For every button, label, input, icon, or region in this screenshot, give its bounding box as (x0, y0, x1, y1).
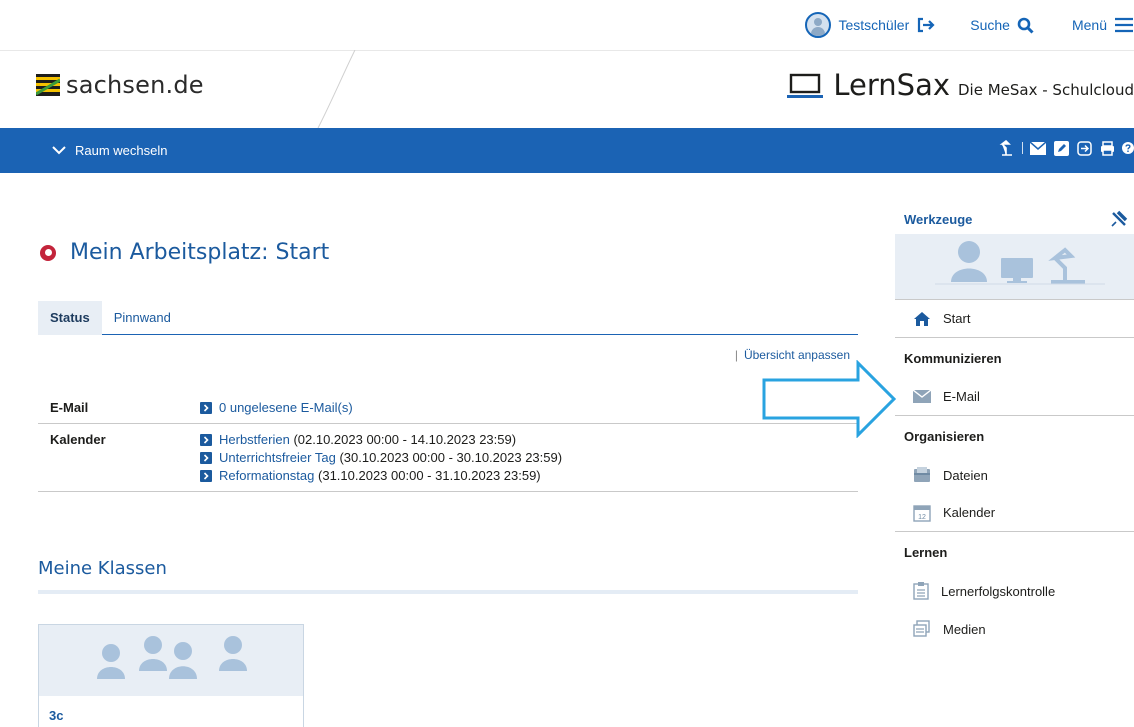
saxony-coat-of-arms-icon (36, 74, 60, 96)
navbar-toolbar (999, 140, 1134, 156)
list-item: Unterrichtsfreier Tag (30.10.2023 00:00 … (200, 450, 562, 465)
group-people-icon (97, 636, 247, 679)
sachsen-logo-link[interactable]: sachsen.de (36, 71, 204, 99)
logout-icon[interactable] (916, 17, 936, 33)
brand-header: sachsen.de LernSax Die MeSax - Schulclou… (0, 50, 1134, 128)
user-avatar-icon (805, 12, 832, 38)
list-item: 0 ungelesene E-Mail(s) (200, 400, 353, 415)
class-card[interactable]: 3c (38, 624, 304, 727)
toolbar-divider (1022, 142, 1023, 154)
sidebar-item-label: Dateien (943, 467, 988, 483)
unread-mail-link[interactable]: 0 ungelesene E-Mail(s) (219, 400, 353, 415)
calendar-event-dates: (30.10.2023 00:00 - 30.10.2023 23:59) (339, 450, 563, 465)
tools-title: Werkzeuge (904, 211, 973, 227)
link-separator: | (734, 348, 738, 362)
calendar-event-link[interactable]: Unterrichtsfreier Tag (219, 450, 336, 465)
lernsax-logo[interactable]: LernSax Die MeSax - Schulcloud (787, 68, 1134, 102)
menu-label: Menü (1071, 17, 1107, 33)
lernsax-name: LernSax (833, 68, 950, 102)
workspace-illustration (895, 234, 1134, 300)
pin-icon[interactable] (1110, 210, 1128, 228)
annotation-arrow-icon (762, 360, 897, 438)
table-row-email: E-Mail 0 ungelesene E-Mail(s) (38, 392, 858, 424)
sidebar-item-dateien[interactable]: Dateien (895, 456, 1134, 494)
sidebar-item-lernerfolgskontrolle[interactable]: Lernerfolgskontrolle (895, 572, 1134, 610)
my-classes-heading: Meine Klassen (38, 558, 167, 579)
table-row-calendar: Kalender Herbstferien (02.10.2023 00:00 … (38, 424, 858, 492)
home-icon (914, 311, 930, 326)
calendar-event-dates: (02.10.2023 00:00 - 14.10.2023 23:59) (293, 432, 517, 447)
sidebar-item-label: Medien (943, 621, 986, 637)
workspace-tools-icon (935, 241, 1105, 285)
calendar-event-link[interactable]: Reformationstag (219, 468, 314, 483)
status-overview-table: E-Mail 0 ungelesene E-Mail(s) Kalender H… (38, 392, 858, 492)
calendar-event-link[interactable]: Herbstferien (219, 432, 290, 447)
laptop-icon (787, 73, 824, 98)
chevron-right-icon (200, 433, 212, 446)
tab-status[interactable]: Status (38, 301, 102, 335)
chevron-down-icon (52, 146, 66, 155)
calendar-event-dates: (31.10.2023 00:00 - 31.10.2023 23:59) (318, 468, 541, 483)
room-navbar: Raum wechseln (0, 128, 1134, 173)
search-label: Suche (970, 17, 1010, 33)
page-heading: Mein Arbeitsplatz: Start (70, 240, 330, 265)
print-icon[interactable] (1099, 140, 1115, 156)
user-name: Testschüler (838, 17, 910, 33)
sidebar-group-organisieren: Organisieren (904, 428, 985, 444)
class-card-image (39, 625, 303, 696)
email-items: 0 ungelesene E-Mail(s) (200, 400, 353, 415)
calendar-icon: 12 (913, 504, 931, 522)
mail-icon[interactable] (1030, 140, 1046, 156)
sidebar-item-label: Lernerfolgskontrolle (941, 583, 1056, 599)
chevron-right-icon (200, 469, 212, 482)
top-utility-bar: Testschüler Suche Menü (805, 0, 1134, 50)
tab-pinnwand[interactable]: Pinnwand (102, 301, 183, 335)
sidebar-item-medien[interactable]: Medien (895, 610, 1134, 648)
sidebar-item-email[interactable]: E-Mail (895, 378, 1134, 416)
chevron-right-icon (200, 451, 212, 464)
sidebar-group-lernen: Lernen (904, 544, 948, 560)
search-link[interactable]: Suche (970, 17, 1034, 34)
row-label-calendar: Kalender (50, 432, 106, 447)
room-switch-toggle[interactable]: Raum wechseln (52, 143, 168, 158)
sidebar-item-label: Kalender (943, 505, 996, 520)
room-switch-label: Raum wechseln (75, 143, 168, 158)
desk-lamp-icon[interactable] (999, 140, 1015, 156)
hamburger-icon (1115, 17, 1133, 33)
page-title: Mein Arbeitsplatz: Start (40, 240, 329, 265)
tools-sidebar: Werkzeuge Start Kommunizieren E-Mail Org… (895, 196, 1134, 648)
row-label-email: E-Mail (50, 400, 89, 415)
chevron-right-icon (200, 401, 212, 414)
help-icon[interactable] (1122, 140, 1134, 156)
list-item: Herbstferien (02.10.2023 00:00 - 14.10.2… (200, 432, 562, 447)
sidebar-item-kalender[interactable]: 12 Kalender (895, 494, 1134, 532)
tools-header: Werkzeuge (895, 196, 1134, 234)
envelope-icon (913, 390, 931, 403)
sign-in-icon[interactable] (1076, 140, 1092, 156)
edit-icon[interactable] (1053, 140, 1069, 156)
menu-link[interactable]: Menü (1072, 17, 1134, 33)
sidebar-item-label: E-Mail (943, 389, 980, 404)
list-item: Reformationstag (31.10.2023 00:00 - 31.1… (200, 468, 562, 483)
svg-text:12: 12 (918, 514, 926, 521)
workspace-tabs: Status Pinnwand (38, 301, 858, 335)
media-icon (913, 620, 930, 637)
folder-icon (914, 467, 930, 482)
sidebar-group-kommunizieren: Kommunizieren (904, 350, 1002, 366)
clipboard-icon (913, 582, 929, 600)
calendar-items: Herbstferien (02.10.2023 00:00 - 14.10.2… (200, 432, 562, 483)
search-icon (1017, 17, 1034, 34)
sachsen-site-name: sachsen.de (66, 71, 204, 99)
lernsax-subtitle: Die MeSax - Schulcloud (958, 81, 1134, 99)
sidebar-item-label: Start (943, 311, 971, 326)
sidebar-item-start[interactable]: Start (895, 300, 1134, 338)
record-dot-icon (40, 244, 56, 261)
section-divider (38, 590, 858, 594)
user-account-link[interactable]: Testschüler (805, 12, 936, 38)
class-name: 3c (49, 708, 64, 723)
